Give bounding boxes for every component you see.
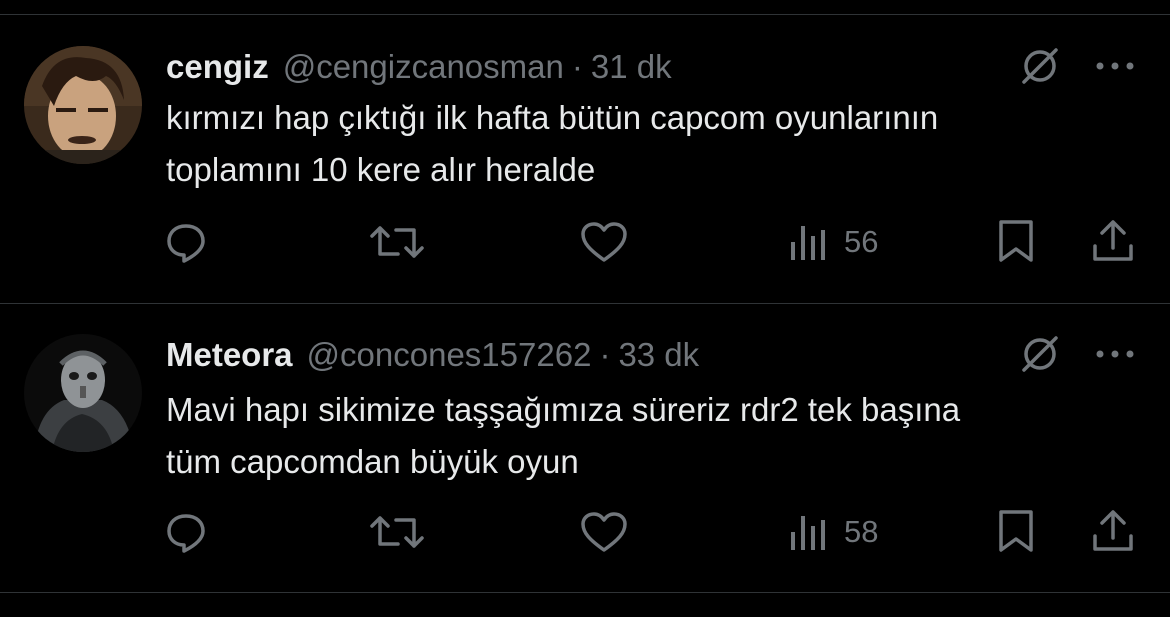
display-name[interactable]: cengiz: [166, 48, 269, 86]
grok-icon[interactable]: [1018, 44, 1062, 88]
views-button[interactable]: 58: [788, 510, 878, 554]
share-icon: [1093, 220, 1133, 261]
share-button[interactable]: [1090, 508, 1136, 554]
share-icon: [1093, 510, 1133, 551]
share-button[interactable]: [1090, 218, 1136, 264]
view-count: 58: [844, 514, 879, 549]
retweet-icon: [370, 226, 424, 258]
views-button[interactable]: 56: [788, 220, 878, 264]
bookmark-button[interactable]: [996, 508, 1036, 554]
retweet-button[interactable]: [370, 220, 424, 264]
like-button[interactable]: [580, 510, 628, 554]
retweet-icon: [370, 516, 424, 548]
views-chart-icon: [791, 226, 825, 260]
tweet[interactable]: cengiz @cengizcanosman · 31 dk kırmızı h…: [0, 0, 1170, 303]
heart-icon: [581, 512, 627, 552]
grok-icon[interactable]: [1018, 332, 1062, 376]
tweet-text: Mavi hapı sikimize taşşağımıza süreriz r…: [166, 384, 1156, 488]
more-icon[interactable]: [1090, 56, 1140, 76]
views-chart-icon: [791, 516, 825, 550]
timestamp[interactable]: 31 dk: [591, 48, 672, 86]
reply-icon: [167, 224, 205, 263]
reply-button[interactable]: [164, 220, 208, 264]
tweet-text-line: kırmızı hap çıktığı ilk hafta bütün capc…: [166, 99, 939, 136]
view-count: 56: [844, 224, 879, 259]
tweet-header: cengiz @cengizcanosman · 31 dk: [166, 44, 672, 90]
timestamp[interactable]: 33 dk: [618, 336, 699, 374]
bottom-divider: [0, 592, 1170, 593]
user-handle[interactable]: @cengizcanosman: [283, 48, 564, 86]
tweet[interactable]: Meteora @concones157262 · 33 dk Mavi hap…: [0, 304, 1170, 594]
tweet-text-line: tüm capcomdan büyük oyun: [166, 443, 579, 480]
tweet-header: Meteora @concones157262 · 33 dk: [166, 332, 699, 378]
separator-dot: ·: [571, 48, 583, 85]
bookmark-icon: [999, 510, 1033, 552]
display-name[interactable]: Meteora: [166, 336, 293, 374]
like-button[interactable]: [580, 220, 628, 264]
reply-icon: [167, 514, 205, 553]
bookmark-icon: [999, 220, 1033, 262]
tweet-text-line: toplamını 10 kere alır heralde: [166, 151, 596, 188]
tweet-text-line: Mavi hapı sikimize taşşağımıza süreriz r…: [166, 391, 961, 428]
avatar[interactable]: [24, 334, 142, 452]
heart-icon: [581, 222, 627, 262]
user-handle[interactable]: @concones157262: [307, 336, 592, 374]
separator-dot: ·: [599, 336, 611, 373]
reply-button[interactable]: [164, 510, 208, 554]
bookmark-button[interactable]: [996, 218, 1036, 264]
retweet-button[interactable]: [370, 510, 424, 554]
tweet-text: kırmızı hap çıktığı ilk hafta bütün capc…: [166, 92, 1156, 196]
avatar[interactable]: [24, 46, 142, 164]
more-icon[interactable]: [1090, 344, 1140, 364]
